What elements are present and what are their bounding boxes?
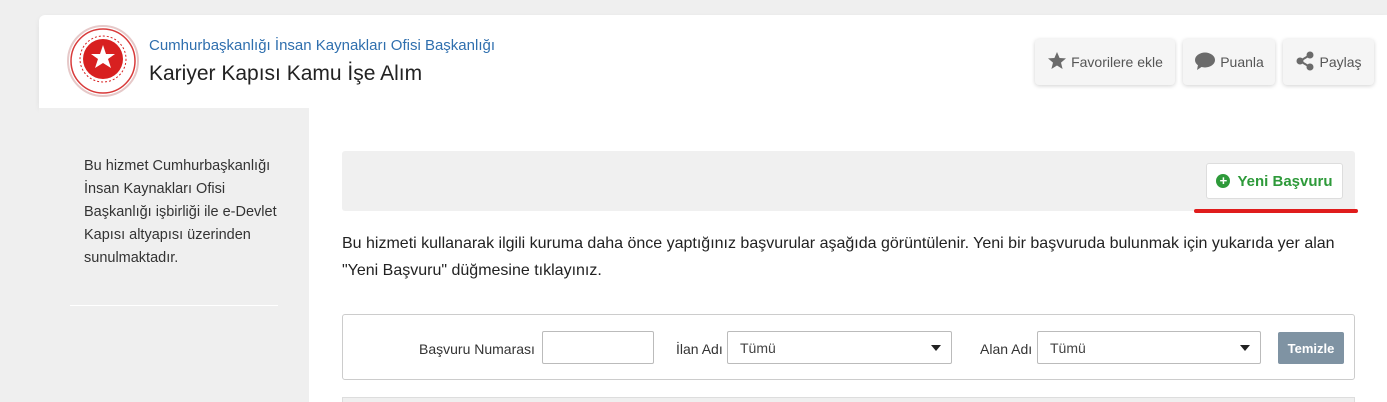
sidebar: Bu hizmet Cumhurbaşkanlığı İnsan Kaynakl… bbox=[39, 108, 309, 402]
application-number-label: Başvuru Numarası bbox=[419, 341, 535, 357]
sidebar-divider bbox=[70, 305, 278, 306]
service-title: Kariyer Kapısı Kamu İşe Alım bbox=[149, 62, 423, 85]
chevron-down-icon bbox=[1240, 345, 1250, 351]
plus-circle-icon: + bbox=[1216, 174, 1231, 188]
add-to-favorites-button[interactable]: Favorilere ekle bbox=[1035, 39, 1175, 85]
action-toolbar: + Yeni Başvuru bbox=[342, 151, 1355, 211]
new-application-label: Yeni Başvuru bbox=[1237, 172, 1333, 190]
highlight-underline bbox=[1194, 209, 1358, 213]
field-name-selected: Tümü bbox=[1050, 340, 1086, 356]
rate-button[interactable]: Puanla bbox=[1183, 39, 1275, 85]
field-name-select[interactable]: Tümü bbox=[1037, 331, 1261, 364]
org-logo bbox=[67, 25, 139, 97]
posting-name-select[interactable]: Tümü bbox=[727, 331, 952, 364]
info-text: Bu hizmeti kullanarak ilgili kuruma daha… bbox=[342, 235, 1335, 279]
posting-name-label: İlan Adı bbox=[676, 341, 723, 357]
star-icon bbox=[1047, 51, 1067, 74]
share-label: Paylaş bbox=[1319, 54, 1362, 70]
clear-button[interactable]: Temizle bbox=[1278, 332, 1344, 364]
favorite-label: Favorilere ekle bbox=[1071, 54, 1163, 70]
organization-name[interactable]: Cumhurbaşkanlığı İnsan Kaynakları Ofisi … bbox=[149, 37, 495, 54]
main-content: + Yeni Başvuru Bu hizmeti kullanarak ilg… bbox=[309, 108, 1387, 402]
filter-panel: Başvuru Numarası İlan Adı Tümü Alan Adı … bbox=[342, 314, 1355, 380]
posting-name-selected: Tümü bbox=[740, 340, 776, 356]
new-application-button[interactable]: + Yeni Başvuru bbox=[1206, 163, 1343, 199]
field-name-label: Alan Adı bbox=[980, 341, 1033, 357]
chevron-down-icon bbox=[931, 345, 941, 351]
speech-bubble-icon bbox=[1194, 51, 1216, 74]
share-button[interactable]: Paylaş bbox=[1283, 39, 1374, 85]
share-icon bbox=[1295, 51, 1315, 74]
page-header: Cumhurbaşkanlığı İnsan Kaynakları Ofisi … bbox=[39, 15, 1387, 108]
application-number-input[interactable] bbox=[542, 331, 654, 364]
rate-label: Puanla bbox=[1220, 54, 1264, 70]
sidebar-service-info: Bu hizmet Cumhurbaşkanlığı İnsan Kaynakl… bbox=[84, 158, 277, 266]
results-panel-top bbox=[342, 397, 1355, 402]
